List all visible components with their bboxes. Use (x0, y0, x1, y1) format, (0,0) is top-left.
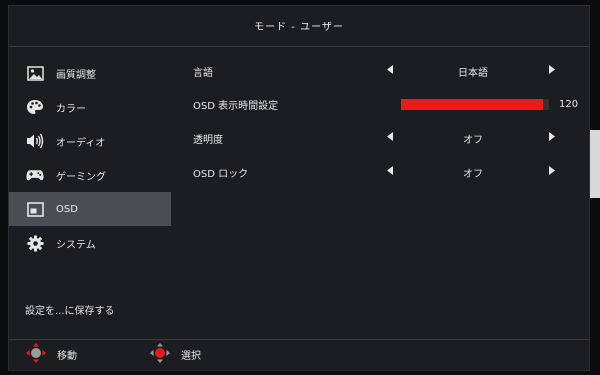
move-hint: 移動 (25, 342, 77, 366)
arrow-left-icon[interactable] (387, 132, 393, 144)
save-settings-link[interactable]: 設定を...に保存する (25, 302, 115, 317)
timeout-slider[interactable] (401, 98, 549, 110)
dpad-move-icon (25, 342, 47, 367)
sidebar: 画質調整 カラー オーディオ ゲーミング OSD システム (9, 56, 171, 260)
sidebar-item-label: システム (56, 239, 96, 251)
sidebar-item-gaming[interactable]: ゲーミング (9, 158, 171, 192)
sidebar-item-system[interactable]: システム (9, 226, 171, 260)
speaker-icon (26, 132, 44, 150)
setting-value: オフ (463, 134, 483, 146)
sidebar-item-osd[interactable]: OSD (9, 192, 171, 226)
osd-menu: モード - ユーザー 画質調整 カラー オーディオ ゲーミング OSD システム… (8, 5, 590, 371)
setting-label: 言語 (193, 67, 213, 79)
sidebar-item-audio[interactable]: オーディオ (9, 124, 171, 158)
setting-row-language[interactable]: 言語 日本語 (193, 61, 583, 81)
arrow-right-icon[interactable] (549, 132, 555, 144)
setting-value: 日本語 (458, 67, 488, 79)
sidebar-item-label: OSD (56, 203, 78, 215)
sidebar-item-color[interactable]: カラー (9, 90, 171, 124)
sidebar-item-label: カラー (56, 103, 86, 115)
setting-label: OSD ロック (193, 168, 249, 180)
timeout-slider-fill (401, 98, 543, 110)
osd-icon (26, 200, 44, 218)
sidebar-item-label: オーディオ (56, 137, 106, 149)
menu-title: モード - ユーザー (254, 22, 344, 33)
gear-icon (26, 234, 44, 252)
setting-label: OSD 表示時間設定 (193, 100, 279, 112)
arrow-left-icon[interactable] (387, 166, 393, 178)
footer-divider (9, 339, 589, 340)
setting-row-osd-timeout[interactable]: OSD 表示時間設定 120 (193, 94, 583, 114)
arrow-right-icon[interactable] (549, 65, 555, 77)
sidebar-item-label: ゲーミング (56, 171, 106, 183)
setting-row-transparency[interactable]: 透明度 オフ (193, 128, 583, 148)
setting-value: オフ (463, 168, 483, 180)
move-label: 移動 (57, 350, 77, 362)
arrow-left-icon[interactable] (387, 65, 393, 77)
select-hint: 選択 (149, 342, 201, 366)
title-divider (9, 46, 589, 47)
setting-row-osd-lock[interactable]: OSD ロック オフ (193, 162, 583, 182)
setting-label: 透明度 (193, 134, 223, 146)
dpad-select-icon (149, 342, 171, 367)
palette-icon (26, 98, 44, 116)
arrow-right-icon[interactable] (549, 166, 555, 178)
picture-icon (26, 64, 44, 82)
sidebar-item-label: 画質調整 (56, 69, 96, 81)
gamepad-icon (26, 166, 44, 184)
edge-tab (590, 130, 600, 198)
setting-value: 120 (559, 98, 579, 110)
select-label: 選択 (181, 350, 201, 362)
sidebar-item-picture[interactable]: 画質調整 (9, 56, 171, 90)
